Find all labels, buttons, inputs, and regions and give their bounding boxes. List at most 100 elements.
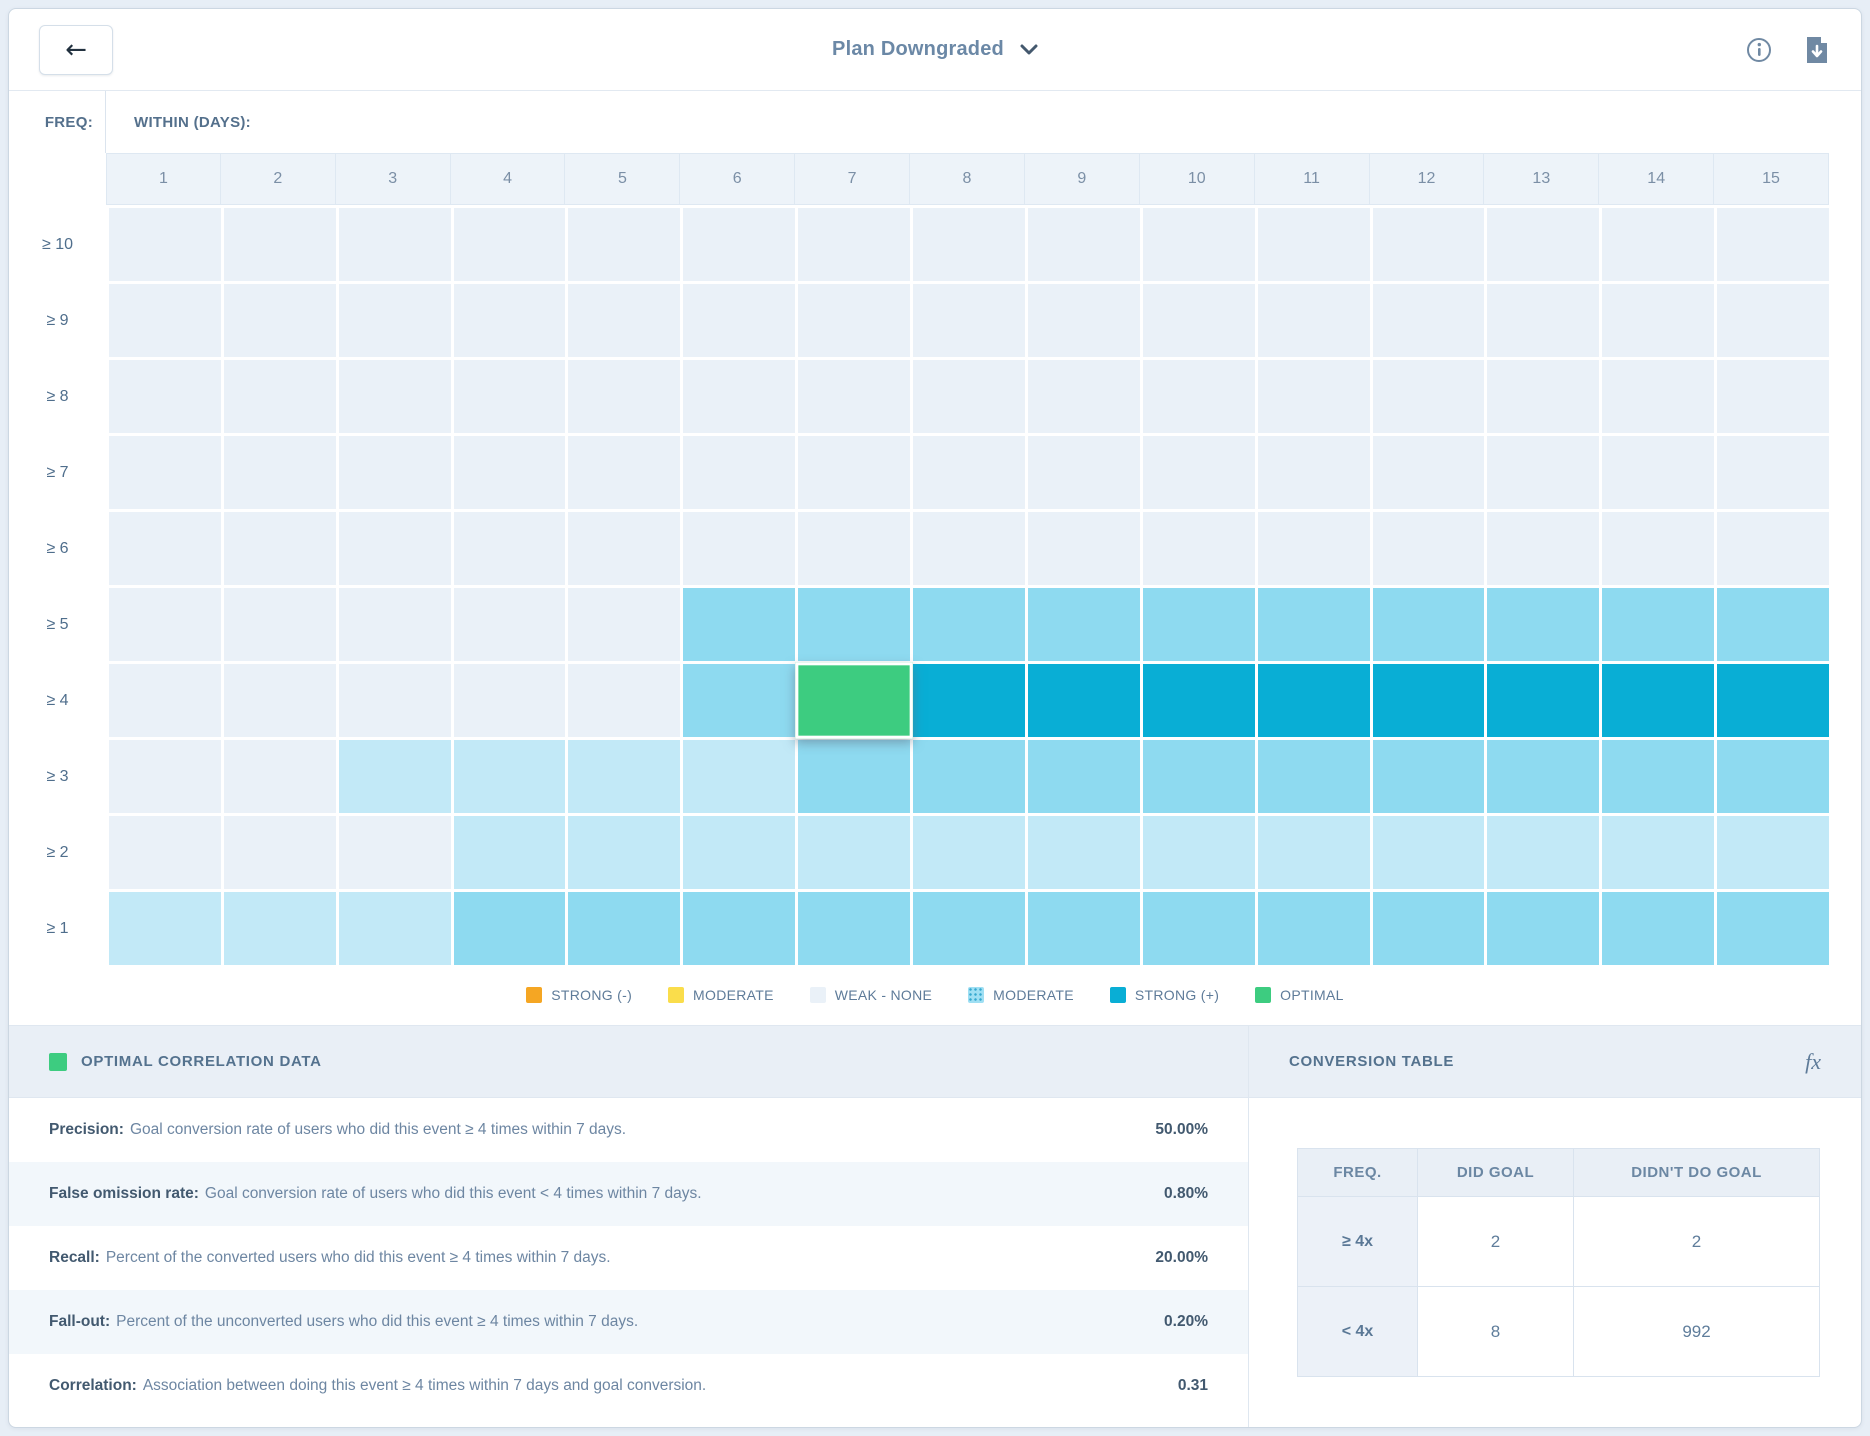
heatmap-cell[interactable]: [454, 664, 566, 737]
heatmap-cell[interactable]: [1143, 436, 1255, 509]
heatmap-cell[interactable]: [109, 436, 221, 509]
heatmap-cell[interactable]: [568, 284, 680, 357]
heatmap-cell[interactable]: [683, 816, 795, 889]
heatmap-cell[interactable]: [339, 664, 451, 737]
heatmap-cell[interactable]: [1028, 740, 1140, 813]
heatmap-cell[interactable]: [683, 512, 795, 585]
heatmap-cell[interactable]: [1602, 436, 1714, 509]
heatmap-cell[interactable]: [1373, 816, 1485, 889]
heatmap-cell[interactable]: [224, 892, 336, 965]
heatmap-cell[interactable]: [1258, 360, 1370, 433]
heatmap-cell[interactable]: [339, 512, 451, 585]
heatmap-cell[interactable]: [568, 360, 680, 433]
heatmap-cell[interactable]: [454, 360, 566, 433]
heatmap-cell[interactable]: [913, 816, 1025, 889]
heatmap-cell[interactable]: [1028, 512, 1140, 585]
heatmap-cell[interactable]: [1487, 740, 1599, 813]
heatmap-cell[interactable]: [1258, 740, 1370, 813]
heatmap-cell[interactable]: [109, 740, 221, 813]
heatmap-cell[interactable]: [1143, 208, 1255, 281]
heatmap-cell[interactable]: [798, 284, 910, 357]
heatmap-cell[interactable]: [1717, 664, 1829, 737]
heatmap-cell[interactable]: [1487, 588, 1599, 661]
back-button[interactable]: ←: [39, 25, 113, 75]
heatmap-cell[interactable]: [1487, 892, 1599, 965]
heatmap-cell[interactable]: [224, 436, 336, 509]
heatmap-cell[interactable]: [1373, 664, 1485, 737]
heatmap-cell[interactable]: [1487, 284, 1599, 357]
heatmap-cell[interactable]: [339, 892, 451, 965]
heatmap-cell[interactable]: [1487, 208, 1599, 281]
heatmap-cell[interactable]: [913, 588, 1025, 661]
heatmap-cell[interactable]: [683, 208, 795, 281]
heatmap-cell[interactable]: [913, 284, 1025, 357]
heatmap-cell[interactable]: [1717, 816, 1829, 889]
heatmap-cell[interactable]: [339, 588, 451, 661]
heatmap-cell[interactable]: [1028, 588, 1140, 661]
heatmap-cell[interactable]: [798, 892, 910, 965]
heatmap-cell[interactable]: [1028, 664, 1140, 737]
heatmap-cell[interactable]: [1717, 892, 1829, 965]
heatmap-cell[interactable]: [1373, 208, 1485, 281]
heatmap-cell[interactable]: [1717, 588, 1829, 661]
heatmap-cell[interactable]: [913, 740, 1025, 813]
heatmap-cell[interactable]: [1487, 664, 1599, 737]
event-title-dropdown[interactable]: Plan Downgraded: [832, 38, 1038, 61]
heatmap-cell[interactable]: [224, 284, 336, 357]
heatmap-cell[interactable]: [1258, 816, 1370, 889]
heatmap-cell[interactable]: [1373, 512, 1485, 585]
heatmap-cell[interactable]: [1028, 360, 1140, 433]
heatmap-cell[interactable]: [1258, 208, 1370, 281]
heatmap-cell[interactable]: [1487, 360, 1599, 433]
heatmap-cell[interactable]: [1487, 512, 1599, 585]
heatmap-cell[interactable]: [1602, 816, 1714, 889]
heatmap-cell[interactable]: [913, 892, 1025, 965]
heatmap-cell[interactable]: [913, 208, 1025, 281]
heatmap-cell[interactable]: [109, 892, 221, 965]
heatmap-cell[interactable]: [109, 664, 221, 737]
heatmap-cell[interactable]: [568, 664, 680, 737]
heatmap-cell[interactable]: [1717, 284, 1829, 357]
heatmap-cell[interactable]: [1373, 588, 1485, 661]
heatmap-cell[interactable]: [1143, 284, 1255, 357]
heatmap-cell[interactable]: [224, 664, 336, 737]
heatmap-cell[interactable]: [1143, 816, 1255, 889]
heatmap-cell[interactable]: [798, 360, 910, 433]
heatmap-cell[interactable]: [454, 740, 566, 813]
heatmap-cell[interactable]: [798, 208, 910, 281]
heatmap-cell[interactable]: [1143, 588, 1255, 661]
heatmap-cell[interactable]: [1143, 892, 1255, 965]
heatmap-cell[interactable]: [339, 436, 451, 509]
info-button[interactable]: [1745, 36, 1773, 64]
heatmap-cell[interactable]: [1717, 436, 1829, 509]
heatmap-cell[interactable]: [795, 662, 912, 739]
heatmap-cell[interactable]: [1258, 664, 1370, 737]
export-button[interactable]: [1803, 36, 1831, 64]
heatmap-cell[interactable]: [1373, 360, 1485, 433]
heatmap-cell[interactable]: [454, 588, 566, 661]
heatmap-cell[interactable]: [224, 208, 336, 281]
heatmap-cell[interactable]: [1602, 360, 1714, 433]
heatmap-cell[interactable]: [568, 436, 680, 509]
heatmap-cell[interactable]: [224, 816, 336, 889]
heatmap-cell[interactable]: [568, 892, 680, 965]
heatmap-cell[interactable]: [1487, 436, 1599, 509]
heatmap-cell[interactable]: [1143, 740, 1255, 813]
heatmap-cell[interactable]: [1602, 740, 1714, 813]
heatmap-cell[interactable]: [1373, 740, 1485, 813]
heatmap-cell[interactable]: [1717, 360, 1829, 433]
heatmap-cell[interactable]: [109, 360, 221, 433]
heatmap-cell[interactable]: [339, 208, 451, 281]
heatmap-cell[interactable]: [568, 588, 680, 661]
heatmap-cell[interactable]: [339, 740, 451, 813]
heatmap-cell[interactable]: [913, 512, 1025, 585]
heatmap-cell[interactable]: [1258, 512, 1370, 585]
heatmap-cell[interactable]: [683, 664, 795, 737]
heatmap-cell[interactable]: [1028, 816, 1140, 889]
heatmap-cell[interactable]: [454, 512, 566, 585]
heatmap-cell[interactable]: [568, 208, 680, 281]
heatmap-cell[interactable]: [109, 208, 221, 281]
heatmap-cell[interactable]: [1373, 284, 1485, 357]
heatmap-cell[interactable]: [1028, 208, 1140, 281]
heatmap-cell[interactable]: [683, 284, 795, 357]
